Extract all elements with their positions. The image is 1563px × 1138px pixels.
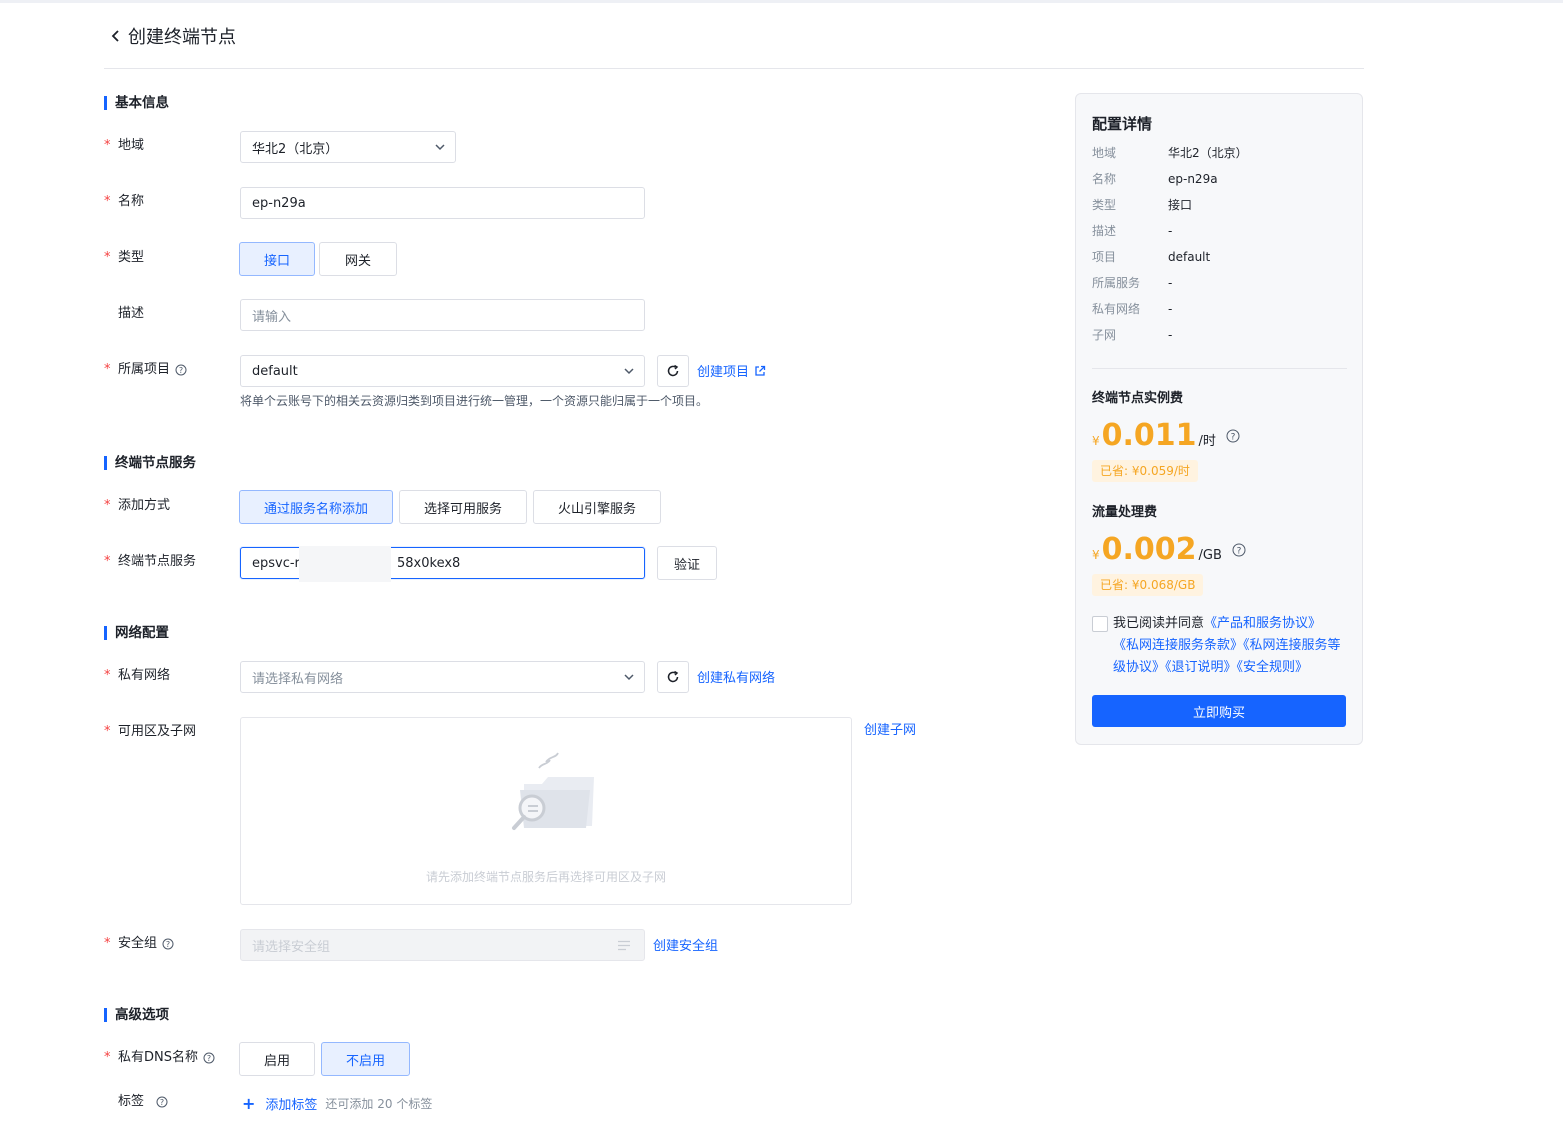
link-security-rules[interactable]: 《安全规则》 <box>1237 660 1309 675</box>
external-link-icon <box>755 365 766 376</box>
security-group-label: * 安全组 ? <box>104 934 174 954</box>
type-option-interface[interactable]: 接口 <box>239 242 315 276</box>
config-summary-panel: 配置详情 地域 华北2（北京） 名称 ep-n29a 类型 接口 描述 - 项目 defa… <box>1075 93 1363 745</box>
page-header: 创建终端节点 <box>104 20 1364 69</box>
summary-row-service: 所属服务 - <box>1092 276 1173 290</box>
help-icon[interactable]: ? <box>1232 543 1246 557</box>
summary-row-subnet: 子网 - <box>1092 328 1173 342</box>
plus-icon[interactable]: + <box>242 1095 255 1112</box>
svg-text:?: ? <box>160 1098 164 1107</box>
redaction-mask <box>299 546 391 582</box>
summary-row-vpc: 私有网络 - <box>1092 302 1173 316</box>
method-option-by-name[interactable]: 通过服务名称添加 <box>239 490 393 524</box>
project-label: * 所属项目 ? <box>104 360 187 380</box>
summary-divider <box>1092 368 1347 369</box>
project-select[interactable]: default <box>240 355 645 387</box>
traffic-fee-saved-badge: 已省: ¥0.068/GB <box>1092 574 1204 596</box>
method-option-available[interactable]: 选择可用服务 <box>399 490 527 524</box>
help-icon[interactable]: ? <box>1226 429 1240 443</box>
vpc-label: * 私有网络 <box>104 668 171 683</box>
agree-checkbox[interactable] <box>1092 616 1108 632</box>
chevron-down-icon <box>624 368 634 375</box>
agreement-row: 我已阅读并同意《产品和服务协议》 《私网连接服务条款》《私网连接服务等级协议》《… <box>1092 613 1350 679</box>
svg-text:?: ? <box>1237 547 1242 557</box>
add-method-label: * 添加方式 <box>104 498 171 513</box>
refresh-vpc-button[interactable] <box>657 661 689 693</box>
svg-text:?: ? <box>166 940 170 949</box>
back-arrow-icon[interactable] <box>110 30 122 42</box>
help-icon[interactable]: ? <box>175 364 187 376</box>
tag-label: 标签 ? <box>104 1092 168 1112</box>
add-tag-row: + 添加标签 还可添加 20 个标签 <box>242 1094 432 1113</box>
chevron-down-icon <box>435 144 445 151</box>
instance-fee-title: 终端节点实例费 <box>1092 391 1184 406</box>
private-dns-label: * 私有DNS名称 ? <box>104 1048 215 1068</box>
project-hint: 将单个云账号下的相关云资源归类到项目进行统一管理，一个资源只能归属于一个项目。 <box>240 394 709 408</box>
link-product-agreement[interactable]: 《产品和服务协议》 <box>1204 616 1321 631</box>
top-border <box>0 0 1563 3</box>
section-advanced: 高级选项 <box>104 1007 169 1023</box>
create-vpc-link[interactable]: 创建私有网络 <box>697 667 775 686</box>
security-group-select[interactable]: 请选择安全组 <box>240 929 645 961</box>
svg-text:?: ? <box>207 1054 211 1063</box>
tag-remaining-hint: 还可添加 20 个标签 <box>325 1097 433 1111</box>
vpc-select[interactable]: 请选择私有网络 <box>240 661 645 693</box>
method-option-volcengine[interactable]: 火山引擎服务 <box>533 490 661 524</box>
summary-row-name: 名称 ep-n29a <box>1092 172 1218 186</box>
create-security-group-link[interactable]: 创建安全组 <box>653 935 718 954</box>
help-icon[interactable]: ? <box>156 1096 168 1108</box>
agree-prefix: 我已阅读并同意 <box>1113 616 1205 631</box>
summary-title: 配置详情 <box>1092 115 1153 133</box>
desc-input[interactable]: 请输入 <box>240 299 645 331</box>
add-tag-link[interactable]: 添加标签 <box>265 1094 317 1113</box>
summary-row-project: 项目 default <box>1092 250 1211 264</box>
svg-text:?: ? <box>179 366 183 375</box>
section-network: 网络配置 <box>104 625 169 641</box>
dns-option-disable[interactable]: 不启用 <box>321 1042 410 1076</box>
help-icon[interactable]: ? <box>203 1052 215 1064</box>
traffic-fee-title: 流量处理费 <box>1092 505 1158 520</box>
subnet-empty-text: 请先添加终端节点服务后再选择可用区及子网 <box>425 870 666 884</box>
refresh-icon <box>667 364 679 377</box>
link-privatelink-terms[interactable]: 《私网连接服务条款》 <box>1113 638 1243 653</box>
type-label: * 类型 <box>104 250 145 265</box>
dns-option-enable[interactable]: 启用 <box>239 1042 315 1076</box>
summary-row-type: 类型 接口 <box>1092 198 1193 212</box>
list-icon <box>618 940 630 951</box>
chevron-down-icon <box>624 674 634 681</box>
subnet-panel: 请先添加终端节点服务后再选择可用区及子网 <box>240 717 852 905</box>
name-input[interactable]: ep-n29a <box>240 187 645 219</box>
summary-row-region: 地域 华北2（北京） <box>1092 146 1248 160</box>
instance-fee-saved-badge: 已省: ¥0.059/时 <box>1092 460 1198 482</box>
summary-row-desc: 描述 - <box>1092 224 1173 238</box>
svg-text:?: ? <box>1231 433 1236 443</box>
page-title: 创建终端节点 <box>128 27 236 48</box>
type-option-gateway[interactable]: 网关 <box>319 242 397 276</box>
refresh-project-button[interactable] <box>657 355 689 387</box>
desc-label: 描述 <box>118 306 145 321</box>
create-project-link[interactable]: 创建项目 <box>697 361 766 380</box>
create-subnet-link[interactable]: 创建子网 <box>864 719 916 738</box>
empty-folder-illustration <box>512 752 594 830</box>
region-label: * 地域 <box>104 138 145 153</box>
section-endpoint-service: 终端节点服务 <box>104 455 196 471</box>
help-icon[interactable]: ? <box>162 938 174 950</box>
refresh-icon <box>667 670 679 683</box>
buy-now-button[interactable]: 立即购买 <box>1092 695 1346 727</box>
region-select[interactable]: 华北2（北京） <box>240 131 456 163</box>
section-basic-info: 基本信息 <box>104 95 169 111</box>
instance-fee-price: ¥ 0.011 /时 ? <box>1092 419 1240 453</box>
verify-button[interactable]: 验证 <box>657 546 717 580</box>
name-label: * 名称 <box>104 194 145 209</box>
traffic-fee-price: ¥ 0.002 /GB ? <box>1092 533 1246 567</box>
subnet-label: * 可用区及子网 <box>104 724 197 739</box>
endpoint-service-label: * 终端节点服务 <box>104 554 197 569</box>
link-refund[interactable]: 《退订说明》 <box>1165 660 1237 675</box>
